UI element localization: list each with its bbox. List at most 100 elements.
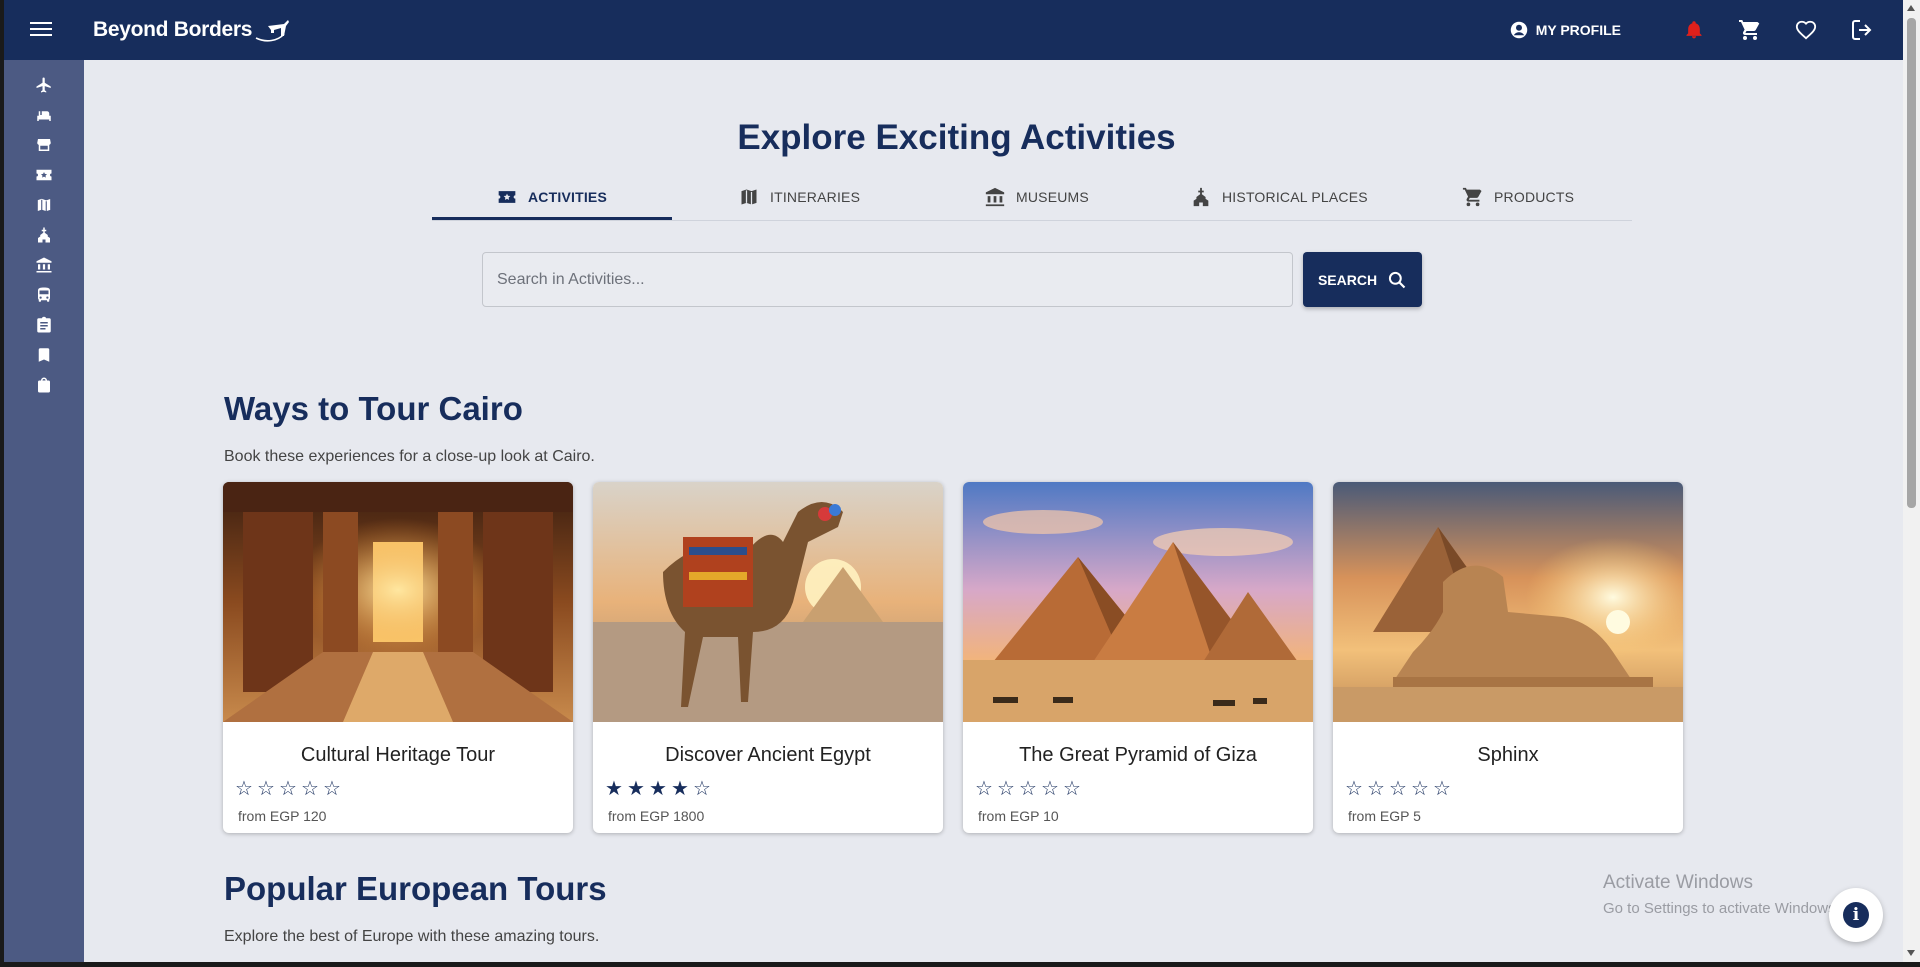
star-empty-icon[interactable]: ☆ xyxy=(1343,778,1365,800)
watermark-line1: Activate Windows xyxy=(1603,872,1753,893)
star-empty-icon[interactable]: ☆ xyxy=(1431,778,1453,800)
tab-activities[interactable]: ACTIVITIES xyxy=(496,176,607,218)
rating-stars[interactable]: ☆ ☆ ☆ ☆ ☆ xyxy=(1343,778,1453,800)
sphinx-image xyxy=(1333,482,1683,722)
card-price: from EGP 1800 xyxy=(608,808,705,824)
map-icon[interactable] xyxy=(34,195,54,215)
star-empty-icon[interactable]: ☆ xyxy=(1061,778,1083,800)
vertical-scrollbar[interactable] xyxy=(1903,0,1920,962)
card-price: from EGP 120 xyxy=(238,808,327,824)
star-empty-icon[interactable]: ☆ xyxy=(255,778,277,800)
rating-stars[interactable]: ☆ ☆ ☆ ☆ ☆ xyxy=(973,778,1083,800)
activity-card[interactable]: The Great Pyramid of Giza ☆ ☆ ☆ ☆ ☆ from EGP… xyxy=(963,482,1313,833)
section-subtitle-europe: Explore the best of Europe with these am… xyxy=(224,928,600,945)
star-empty-icon[interactable]: ☆ xyxy=(1039,778,1061,800)
cart-icon xyxy=(1462,187,1482,207)
tab-museums-label: MUSEUMS xyxy=(1016,189,1089,205)
clipboard-icon[interactable] xyxy=(34,315,54,335)
search-input[interactable] xyxy=(482,252,1293,307)
scroll-up-arrow-icon[interactable] xyxy=(1907,5,1915,11)
search-button[interactable]: SEARCH xyxy=(1303,252,1422,307)
activity-card[interactable]: Discover Ancient Egypt ★ ★ ★ ★ ☆ from EGP 18… xyxy=(593,482,943,833)
star-filled-icon[interactable]: ★ xyxy=(625,778,647,800)
ticket-icon[interactable] xyxy=(34,165,54,185)
airplane-icon[interactable] xyxy=(34,75,54,95)
page-title: Explore Exciting Activities xyxy=(737,118,1176,157)
bed-icon[interactable] xyxy=(34,105,54,125)
star-empty-icon[interactable]: ☆ xyxy=(277,778,299,800)
shopping-bag-icon[interactable] xyxy=(34,375,54,395)
card-price: from EGP 10 xyxy=(978,808,1059,824)
my-profile-button[interactable]: MY PROFILE xyxy=(1510,21,1621,39)
star-empty-icon[interactable]: ☆ xyxy=(691,778,713,800)
rating-stars[interactable]: ☆ ☆ ☆ ☆ ☆ xyxy=(233,778,343,800)
logout-icon[interactable] xyxy=(1849,17,1875,43)
pyramids-image xyxy=(963,482,1313,722)
active-tab-indicator xyxy=(432,217,672,220)
star-empty-icon[interactable]: ☆ xyxy=(233,778,255,800)
store-icon[interactable] xyxy=(34,135,54,155)
church-icon xyxy=(1193,187,1209,207)
rating-stars[interactable]: ★ ★ ★ ★ ☆ xyxy=(603,778,713,800)
tab-historical-places-label: HISTORICAL PLACES xyxy=(1222,189,1368,205)
star-empty-icon[interactable]: ☆ xyxy=(1409,778,1431,800)
bookmark-icon[interactable] xyxy=(34,345,54,365)
star-empty-icon[interactable]: ☆ xyxy=(299,778,321,800)
info-button[interactable]: i xyxy=(1829,888,1883,942)
star-filled-icon[interactable]: ★ xyxy=(669,778,691,800)
search-button-label: SEARCH xyxy=(1317,271,1378,288)
star-filled-icon[interactable]: ★ xyxy=(647,778,669,800)
scrollbar-thumb[interactable] xyxy=(1907,18,1916,508)
tab-museums[interactable]: MUSEUMS xyxy=(984,176,1089,218)
main-content: Explore Exciting Activities ACTIVITIES I… xyxy=(84,60,1903,962)
tab-historical-places[interactable]: HISTORICAL PLACES xyxy=(1190,176,1368,218)
tab-products[interactable]: PRODUCTS xyxy=(1462,176,1574,218)
cart-icon[interactable] xyxy=(1737,17,1763,43)
church-icon[interactable] xyxy=(34,225,54,245)
tab-itineraries-label: ITINERARIES xyxy=(770,189,861,205)
card-title: The Great Pyramid of Giza xyxy=(1019,744,1257,766)
account-circle-icon xyxy=(1510,21,1527,39)
activity-card[interactable]: Sphinx ☆ ☆ ☆ ☆ ☆ from EGP 5 xyxy=(1333,482,1683,833)
star-empty-icon[interactable]: ☆ xyxy=(1365,778,1387,800)
camel-image xyxy=(593,482,943,722)
card-title: Sphinx xyxy=(1477,744,1539,766)
star-empty-icon[interactable]: ☆ xyxy=(1387,778,1409,800)
star-empty-icon[interactable]: ☆ xyxy=(973,778,995,800)
museum-icon xyxy=(985,187,1005,207)
star-empty-icon[interactable]: ☆ xyxy=(995,778,1017,800)
section-subtitle-cairo: Book these experiences for a close-up lo… xyxy=(224,448,595,465)
search-icon xyxy=(1388,271,1406,288)
bell-icon[interactable] xyxy=(1681,17,1707,43)
section-title-europe: Popular European Tours xyxy=(224,870,607,907)
activity-card[interactable]: Cultural Heritage Tour ☆ ☆ ☆ ☆ ☆ from EGP 12… xyxy=(223,482,573,833)
map-icon xyxy=(741,189,757,205)
tab-itineraries[interactable]: ITINERARIES xyxy=(738,176,860,218)
category-tabs: ACTIVITIES ITINERARIES MUSEUMS HISTORICA… xyxy=(432,176,1632,221)
tab-activities-label: ACTIVITIES xyxy=(528,189,608,205)
watermark-line2: Go to Settings to activate Windows. xyxy=(1603,900,1840,917)
tab-products-label: PRODUCTS xyxy=(1494,189,1575,205)
star-empty-icon[interactable]: ☆ xyxy=(1017,778,1039,800)
info-icon: i xyxy=(1843,902,1869,928)
star-filled-icon[interactable]: ★ xyxy=(603,778,625,800)
bus-icon[interactable] xyxy=(34,285,54,305)
temple-image xyxy=(223,482,573,722)
scroll-down-arrow-icon[interactable] xyxy=(1907,950,1915,956)
ticket-icon xyxy=(498,191,516,203)
menu-icon[interactable] xyxy=(28,18,54,42)
airplane-logo-icon xyxy=(255,20,290,42)
sidebar xyxy=(4,60,84,962)
my-profile-label: MY PROFILE xyxy=(1535,22,1621,38)
brand-name: Beyond Borders xyxy=(93,18,253,41)
museum-icon[interactable] xyxy=(34,255,54,275)
windows-activation-watermark: Activate Windows Go to Settings to activ… xyxy=(1603,872,1840,917)
header-actions: MY PROFILE xyxy=(1510,0,1875,60)
brand-logo[interactable]: Beyond Borders xyxy=(93,16,290,44)
card-title: Cultural Heritage Tour xyxy=(300,744,496,766)
star-empty-icon[interactable]: ☆ xyxy=(321,778,343,800)
card-price: from EGP 5 xyxy=(1348,808,1421,824)
heart-icon[interactable] xyxy=(1793,17,1819,43)
app-window: Beyond Borders MY PROFILE Explore Exciti… xyxy=(4,0,1903,962)
top-navbar: Beyond Borders MY PROFILE xyxy=(4,0,1903,60)
